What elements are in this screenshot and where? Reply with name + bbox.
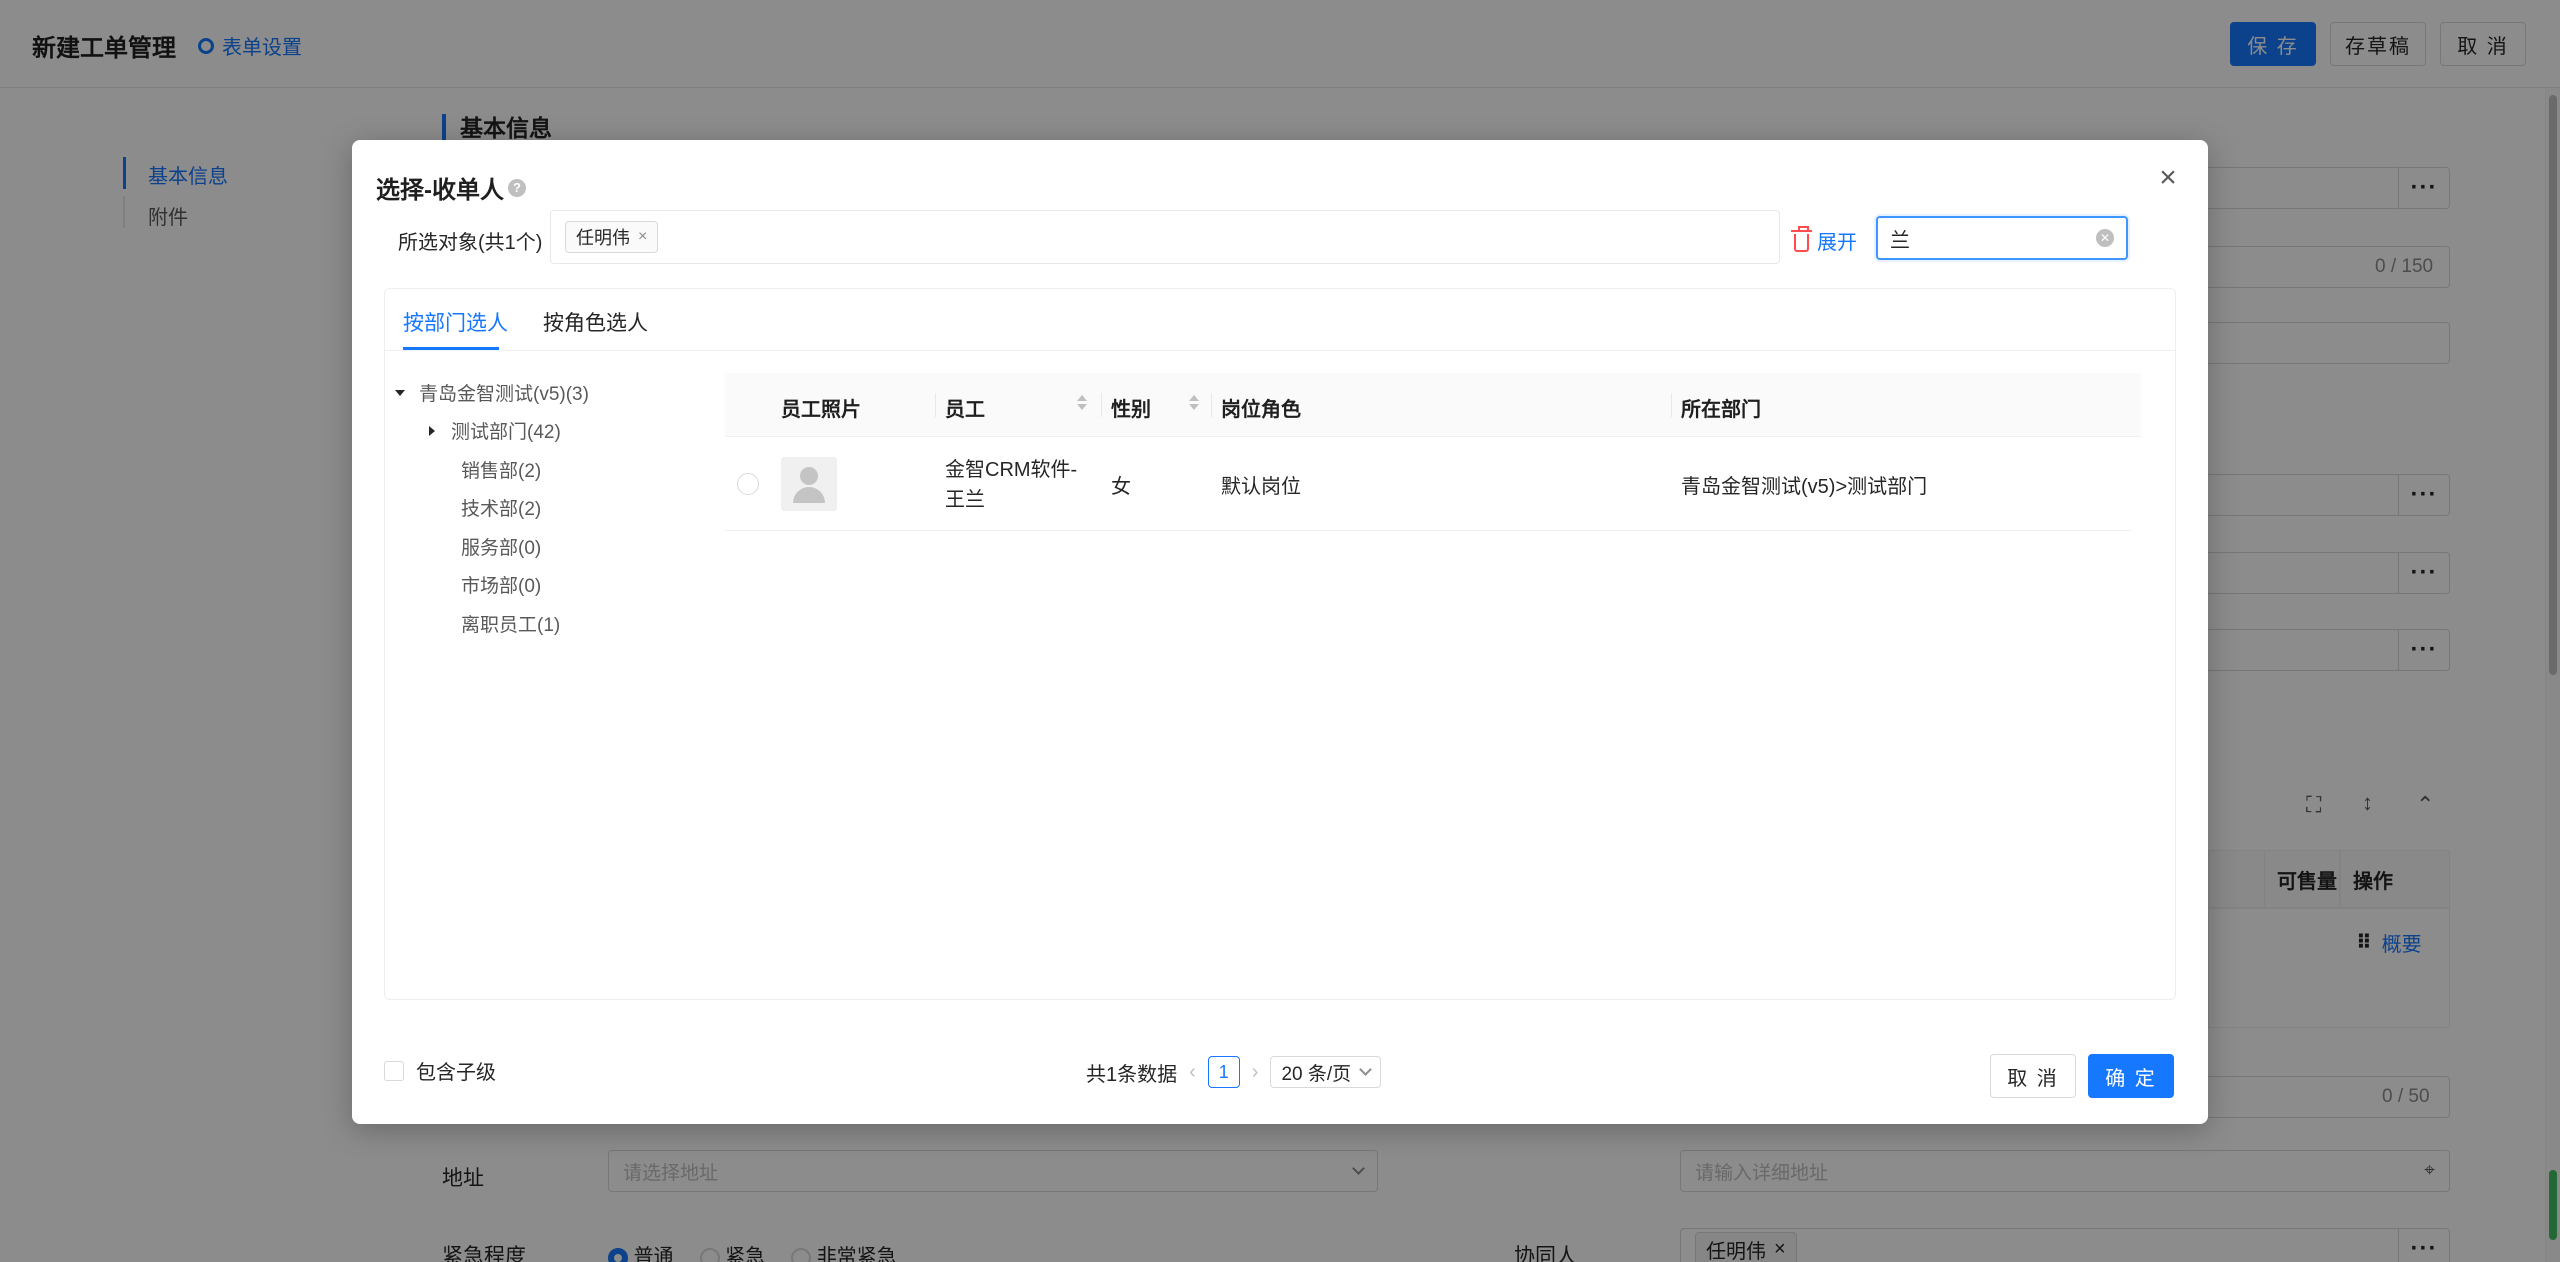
- tab-by-department[interactable]: 按部门选人: [403, 307, 508, 337]
- search-input[interactable]: 兰 ✕: [1876, 216, 2128, 260]
- selected-tag-label: 任明伟: [576, 228, 630, 248]
- col-employee[interactable]: 员工: [945, 393, 985, 422]
- clear-search-icon[interactable]: ✕: [2096, 229, 2114, 247]
- employee-name-line1: 金智CRM软件-: [945, 459, 1078, 481]
- selected-objects-box: 任明伟 ×: [550, 210, 1780, 264]
- col-divider: [1211, 393, 1212, 417]
- employee-department: 青岛金智测试(v5)>测试部门: [1681, 476, 1928, 498]
- tree-node-root[interactable]: 青岛金智测试(v5)(3): [395, 379, 589, 406]
- employee-name-line2: 王兰: [945, 489, 985, 511]
- employee-role: 默认岗位: [1221, 476, 1301, 498]
- caret-right-icon[interactable]: [429, 425, 435, 436]
- table-header: 员工照片 员工 性别 岗位角色 所在部门: [725, 373, 2141, 437]
- tree-node-tech[interactable]: 技术部(2): [461, 494, 541, 521]
- table-row[interactable]: 金智CRM软件- 王兰 女 默认岗位 青岛金智测试(v5)>测试部门: [725, 437, 2131, 531]
- col-department: 所在部门: [1681, 399, 1761, 421]
- pagination: 共1条数据 ‹ 1 › 20 条/页: [1086, 1056, 1382, 1088]
- search-input-value: 兰: [1890, 229, 1910, 252]
- selected-objects-label: 所选对象(共1个): [398, 232, 543, 254]
- selection-panel: 按部门选人 按角色选人 青岛金智测试(v5)(3) 测试部门(42) 销售部(2…: [384, 288, 2176, 1000]
- include-children-checkbox[interactable]: 包含子级: [384, 1056, 496, 1085]
- include-children-label: 包含子级: [416, 1062, 496, 1084]
- select-receiver-modal: 选择-收单人 ? × 所选对象(共1个) 任明伟 × 展开 兰 ✕ 按部门选人 …: [352, 140, 2208, 1124]
- col-divider: [935, 393, 936, 417]
- tree-node-test-dept-label: 测试部门(42): [451, 422, 561, 443]
- sort-icon[interactable]: [1189, 395, 1199, 410]
- col-role: 岗位角色: [1221, 399, 1301, 421]
- tree-node-resigned[interactable]: 离职员工(1): [461, 610, 560, 637]
- modal-title: 选择-收单人 ?: [376, 170, 526, 205]
- selected-tag: 任明伟 ×: [565, 221, 659, 253]
- selection-tabs: 按部门选人 按角色选人: [385, 289, 2175, 351]
- employee-name: 金智CRM软件- 王兰: [945, 455, 1077, 515]
- tree-node-service[interactable]: 服务部(0): [461, 533, 541, 560]
- modal-title-text: 选择-收单人: [376, 177, 504, 204]
- modal-confirm-button[interactable]: 确 定: [2088, 1054, 2174, 1098]
- col-photo: 员工照片: [781, 399, 861, 421]
- help-icon[interactable]: ?: [508, 178, 526, 197]
- col-divider: [1101, 393, 1102, 417]
- trash-icon[interactable]: [1791, 225, 1812, 252]
- employee-avatar: [781, 457, 837, 511]
- tree-node-test-dept[interactable]: 测试部门(42): [429, 417, 561, 444]
- total-count: 共1条数据: [1086, 1063, 1178, 1086]
- employee-gender: 女: [1111, 476, 1131, 498]
- tab-active-indicator: [403, 347, 499, 350]
- page-size-value: 20 条/页: [1281, 1063, 1352, 1085]
- tab-by-role[interactable]: 按角色选人: [543, 307, 648, 337]
- tag-close-icon[interactable]: ×: [638, 228, 647, 246]
- checkbox[interactable]: [384, 1060, 404, 1081]
- tree-node-sales[interactable]: 销售部(2): [461, 456, 541, 483]
- prev-page-icon[interactable]: ‹: [1189, 1061, 1196, 1084]
- expand-label: 展开: [1817, 232, 1857, 254]
- col-divider: [1671, 393, 1672, 417]
- sort-icon[interactable]: [1077, 395, 1087, 410]
- expand-button[interactable]: 展开: [1791, 225, 1857, 255]
- close-icon[interactable]: ×: [2152, 162, 2184, 194]
- tree-node-market[interactable]: 市场部(0): [461, 571, 541, 598]
- tree-node-root-label: 青岛金智测试(v5)(3): [419, 384, 589, 405]
- col-gender[interactable]: 性别: [1111, 393, 1151, 422]
- row-radio[interactable]: [737, 473, 759, 495]
- next-page-icon[interactable]: ›: [1252, 1061, 1259, 1084]
- chevron-down-icon: [1359, 1063, 1373, 1076]
- page-number[interactable]: 1: [1207, 1056, 1240, 1088]
- modal-cancel-button[interactable]: 取 消: [1990, 1054, 2076, 1098]
- caret-down-icon[interactable]: [395, 389, 405, 396]
- page-size-select[interactable]: 20 条/页: [1270, 1056, 1382, 1088]
